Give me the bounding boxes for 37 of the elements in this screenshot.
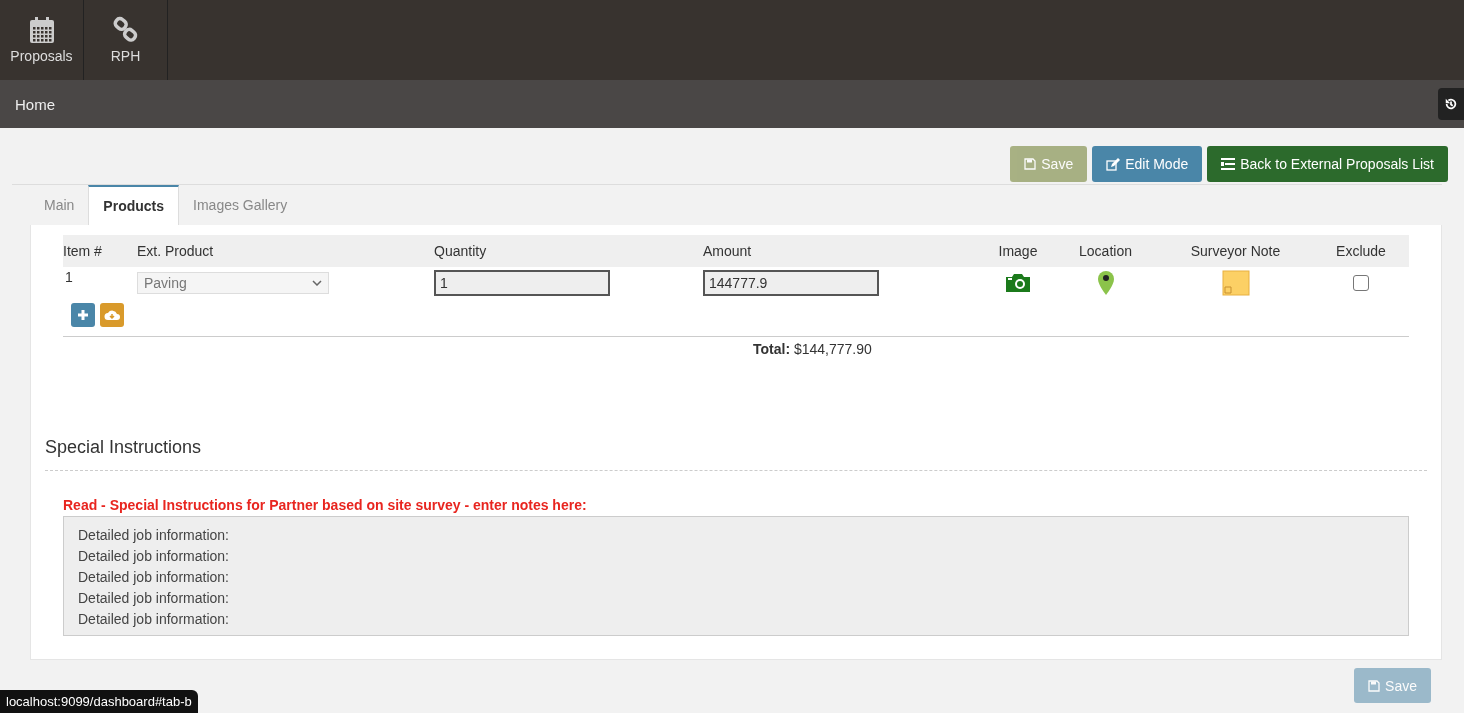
map-pin-icon [1096, 270, 1115, 296]
cloud-download-button[interactable] [100, 303, 124, 327]
instructions-textarea[interactable]: Detailed job information: Detailed job information: Detailed job information: Detailed job information: Detailed job information: [63, 516, 1409, 636]
link-icon [111, 16, 140, 44]
edit-icon [1106, 157, 1121, 171]
edit-button[interactable]: Edit Mode [1092, 146, 1203, 182]
product-select[interactable]: Paving [137, 272, 329, 294]
history-button[interactable] [1438, 88, 1464, 120]
column-header: Image [983, 235, 1053, 267]
exclude-checkbox[interactable] [1353, 275, 1369, 291]
column-header: Ext. Product [137, 235, 434, 267]
amount-field[interactable]: 144777.9 [703, 270, 879, 296]
total-label: Total: [753, 341, 791, 357]
column-header: Exclude [1313, 235, 1409, 267]
section-title: Special Instructions [45, 437, 1427, 471]
tab[interactable]: Products [88, 185, 180, 225]
calendar-icon [28, 16, 55, 44]
status-url: localhost:9099/dashboard#tab-b [0, 690, 198, 713]
column-header: Quantity [434, 235, 703, 267]
column-header: Location [1053, 235, 1158, 267]
plus-icon [77, 309, 89, 321]
column-header: Surveyor Note [1158, 235, 1313, 267]
quantity-field[interactable]: 1 [434, 270, 610, 296]
list-button[interactable]: Back to External Proposals List [1207, 146, 1448, 182]
cloud-download-icon [104, 309, 120, 321]
total-value: $144,777.90 [793, 341, 872, 357]
sticky-note-icon [1221, 270, 1250, 296]
list-icon [1221, 158, 1236, 170]
add-button[interactable] [71, 303, 95, 327]
history-icon [1444, 96, 1458, 112]
column-header: Item # [63, 235, 137, 267]
instructions-label: Read - Special Instructions for Partner based on site survey - enter notes here: [63, 497, 588, 513]
chevron-down-icon [312, 280, 322, 286]
column-header: Amount [703, 235, 983, 267]
item-number: 1 [65, 268, 73, 285]
camera-icon [1004, 273, 1032, 293]
breadcrumb-home[interactable]: Home [15, 95, 55, 113]
